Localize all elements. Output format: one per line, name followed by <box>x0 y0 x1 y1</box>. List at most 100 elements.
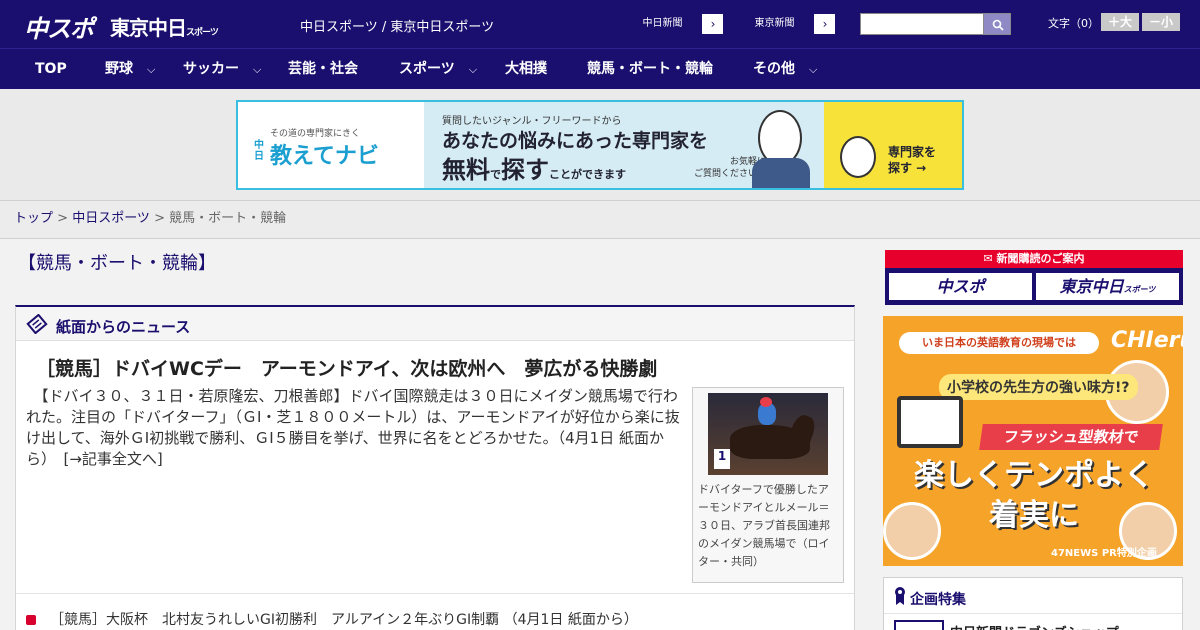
nav-item-top[interactable]: TOP <box>35 49 67 90</box>
nav-label: 野球 <box>105 61 133 77</box>
banner-line3-b: で <box>490 168 501 181</box>
chunichi-shimbun-button[interactable]: 中日新聞 › <box>622 13 724 35</box>
feature-header: 企画特集 <box>884 578 1182 614</box>
photo-caption: ドバイターフで優勝したアーモンドアイとルメール＝３０日、アラブ首長国連邦のメイダ… <box>698 483 830 568</box>
nav-label: その他 <box>753 61 795 77</box>
paper-button-label: 東京新聞 <box>735 14 815 34</box>
subscription-header: ✉ 新聞購読のご案内 <box>885 250 1183 268</box>
banner-brand-vertical: 中日 <box>254 140 264 162</box>
breadcrumb-sep: > <box>149 211 170 226</box>
ad-tag: フラッシュ型教材で <box>979 424 1163 450</box>
subscription-box: ✉ 新聞購読のご案内 中スポ 東京中日スポーツ <box>885 250 1183 305</box>
sub-tokyo-text: 東京中日 <box>1059 277 1124 296</box>
ad-question: 小学校の先生方の強い味方!? <box>939 374 1138 400</box>
nav-item-entertainment[interactable]: 芸能・社会 <box>288 49 358 90</box>
nav-item-baseball[interactable]: 野球 ⌵ <box>105 49 155 90</box>
news-section-title: 紙面からのニュース <box>56 318 191 336</box>
side-advertisement[interactable]: いま日本の英語教育の現場では CHIeru 小学校の先生方の強い味方!? フラッ… <box>883 316 1183 566</box>
banner-cta-a: 専門家を <box>888 145 937 159</box>
banner-cta-text: 専門家を探す → <box>888 144 936 176</box>
breadcrumb-sep: > <box>53 211 73 226</box>
chevron-right-icon: › <box>710 17 716 31</box>
news-list-item-text: ［競馬］大阪杯 北村友うれしいGI初勝利 アルアイン２年ぶりGI制覇 （4月1日… <box>50 612 638 628</box>
nav-label: 芸能・社会 <box>288 61 358 77</box>
banner-cta[interactable]: 専門家を探す → <box>824 102 962 188</box>
paper-button-label: 中日新聞 <box>623 14 703 34</box>
ad-footer: 47NEWS PR特別企画 <box>1051 548 1157 559</box>
breadcrumb: トップ > 中日スポーツ > 競馬・ボート・競輪 <box>0 201 1200 239</box>
nav-label: TOP <box>35 61 67 77</box>
banner-line3-a: 無料 <box>442 156 490 184</box>
banner-brand: その道の専門家にきく 中日 教えてナビ <box>238 102 424 188</box>
banner-line1: 質問したいジャンル・フリーワードから <box>442 116 622 127</box>
oshiete-navi-banner[interactable]: その道の専門家にきく 中日 教えてナビ 質問したいジャンル・フリーワードから あ… <box>236 100 964 190</box>
chuspo-logo[interactable]: 中スポ <box>24 9 94 44</box>
newspaper-icon <box>26 314 48 334</box>
feature-item[interactable]: 中日新聞ドラゴンズショップ <box>950 622 1119 630</box>
article-headline[interactable]: ［競馬］ドバイWCデー アーモンドアイ、次は欧州へ 夢広がる快勝劇 <box>36 354 657 381</box>
breadcrumb-section[interactable]: 中日スポーツ <box>72 211 150 226</box>
nav-item-sumo[interactable]: 大相撲 <box>505 49 547 90</box>
chevron-down-icon: ⌵ <box>468 63 478 76</box>
ribbon-icon <box>895 587 905 605</box>
ad-brand: CHIeru <box>1111 328 1183 353</box>
font-larger-button[interactable]: ＋大 <box>1101 13 1139 31</box>
banner-brand-name: 教えてナビ <box>270 144 379 169</box>
article-summary: 【ドバイ３０、３１日・若原隆宏、刀根善郎】ドバイ国際競走は３０日にメイダン競馬場… <box>26 386 686 470</box>
article-photo[interactable]: 1 <box>708 393 828 475</box>
subscribe-chuspo-button[interactable]: 中スポ <box>888 272 1033 301</box>
search-icon <box>992 19 1004 31</box>
read-more-link[interactable]: [→記事全文へ] <box>64 450 163 468</box>
site-links[interactable]: 中日スポーツ / 東京中日スポーツ <box>300 16 494 35</box>
search-input[interactable] <box>860 13 984 35</box>
nav-label: サッカー <box>183 61 239 77</box>
divider <box>16 593 854 594</box>
main-content: 【競馬・ボート・競輪】 紙面からのニュース ［競馬］ドバイWCデー アーモンドア… <box>0 239 1200 630</box>
chevron-down-icon: ⌵ <box>253 63 262 76</box>
bullet-icon <box>26 615 36 625</box>
site-header: 中スポ 東京中日スポーツ 中日スポーツ / 東京中日スポーツ 中日新聞 › 東京… <box>0 0 1200 48</box>
chevron-down-icon: ⌵ <box>809 63 818 76</box>
expert-suit-illustration <box>752 158 810 188</box>
ad-topline: いま日本の英語教育の現場では <box>899 332 1099 354</box>
news-section: 紙面からのニュース ［競馬］ドバイWCデー アーモンドアイ、次は欧州へ 夢広がる… <box>15 305 855 630</box>
nav-label: スポーツ <box>399 61 455 77</box>
chevron-down-icon: ⌵ <box>147 63 156 76</box>
tablet-icon <box>897 396 963 448</box>
sub-tokyo-small: スポーツ <box>1123 285 1156 294</box>
subscription-header-text: 新聞購読のご案内 <box>996 252 1085 265</box>
banner-line3-c: 探す <box>501 156 549 184</box>
tokyo-chunichi-logo[interactable]: 東京中日スポーツ <box>110 12 219 41</box>
feature-title: 企画特集 <box>910 592 966 608</box>
nav-label: 大相撲 <box>505 61 547 77</box>
feature-thumbnail[interactable] <box>894 620 944 630</box>
tokyo-logo-sub: スポーツ <box>186 28 219 38</box>
font-size-label: 文字（0） <box>1048 17 1099 30</box>
font-smaller-button[interactable]: －小 <box>1142 13 1180 31</box>
main-nav: TOP 野球 ⌵ サッカー ⌵ 芸能・社会 スポーツ ⌵ 大相撲 競馬・ボート・競輪 … <box>0 48 1200 89</box>
article-photo-box: 1 ドバイターフで優勝したアーモンドアイとルメール＝３０日、アラブ首長国連邦のメ… <box>692 387 844 583</box>
tokyo-shimbun-button[interactable]: 東京新聞 › <box>734 13 836 35</box>
nav-item-soccer[interactable]: サッカー ⌵ <box>183 49 261 90</box>
ad-headline-1: 楽しくテンポよく <box>914 458 1154 493</box>
subscribe-tokyo-button[interactable]: 東京中日スポーツ <box>1035 272 1180 301</box>
nav-item-other[interactable]: その他 ⌵ <box>753 49 817 90</box>
banner-cta-b: 探す → <box>888 161 927 175</box>
banner-line3-d: ことができます <box>549 168 626 181</box>
tokyo-logo-text: 東京中日 <box>110 16 187 40</box>
person-illustration <box>840 136 876 178</box>
feature-box: 企画特集 中日新聞ドラゴンズショップ <box>883 577 1183 630</box>
breadcrumb-home[interactable]: トップ <box>14 211 53 226</box>
news-list-item[interactable]: ［競馬］大阪杯 北村友うれしいGI初勝利 アルアイン２年ぶりGI制覇 （4月1日… <box>26 609 638 629</box>
breadcrumb-current: 競馬・ボート・競輪 <box>169 211 287 226</box>
nav-label: 競馬・ボート・競輪 <box>587 61 713 77</box>
child-photo <box>883 502 941 560</box>
search-button[interactable] <box>983 13 1011 35</box>
chevron-right-icon: › <box>822 17 828 31</box>
ad-strip: その道の専門家にきく 中日 教えてナビ 質問したいジャンル・フリーワードから あ… <box>0 89 1200 201</box>
nav-item-keiba[interactable]: 競馬・ボート・競輪 <box>587 49 713 90</box>
news-section-header: 紙面からのニュース <box>16 307 854 341</box>
page-title: 【競馬・ボート・競輪】 <box>18 253 216 274</box>
nav-item-sports[interactable]: スポーツ ⌵ <box>399 49 477 90</box>
banner-copy: 質問したいジャンル・フリーワードから あなたの悩みにあった専門家を 無料で探すこ… <box>424 102 824 188</box>
